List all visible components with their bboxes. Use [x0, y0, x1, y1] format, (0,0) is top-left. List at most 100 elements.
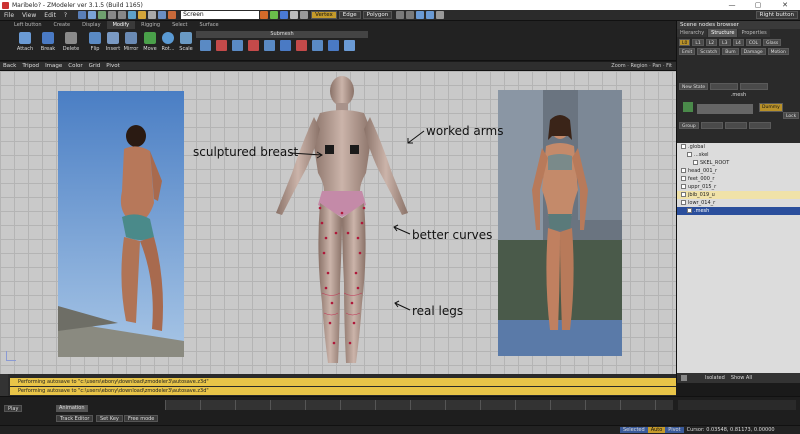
left-button-tab[interactable]: Left button — [8, 21, 48, 29]
new-state-button[interactable]: New State — [679, 83, 709, 90]
group-button[interactable]: Group — [679, 122, 699, 129]
show-all-toggle[interactable]: Show All — [731, 375, 752, 381]
lod-l3-button[interactable]: L3 — [719, 39, 731, 46]
selected-status[interactable]: Selected — [620, 427, 648, 433]
dummy-button[interactable]: Dummy — [759, 103, 783, 112]
tree-node[interactable]: head_001_r — [677, 167, 800, 175]
play-button[interactable]: Play — [4, 405, 23, 412]
tab-rigging[interactable]: Rigging — [135, 21, 166, 29]
select-mode-icon[interactable] — [300, 11, 309, 19]
isolated-toggle[interactable]: Isolated — [705, 375, 725, 381]
view-pivot[interactable]: Pivot — [103, 63, 123, 69]
grid-icon[interactable] — [158, 11, 167, 19]
timeline-controls[interactable] — [678, 400, 796, 410]
view-image[interactable]: Image — [42, 63, 65, 69]
group-slot-3[interactable] — [748, 122, 771, 129]
auto-status[interactable]: Auto — [647, 427, 666, 433]
submesh-tool-5-icon[interactable] — [264, 40, 275, 51]
group-slot-2[interactable] — [724, 122, 747, 129]
vertex-mode-button[interactable]: Vertex — [311, 11, 337, 19]
tab-select[interactable]: Select — [166, 21, 193, 29]
visibility-checkbox[interactable] — [687, 208, 692, 213]
glass-button[interactable]: Glass — [763, 39, 782, 46]
visibility-checkbox[interactable] — [681, 176, 686, 181]
3d-viewport[interactable]: sculptured breast worked arms better cur… — [0, 71, 676, 374]
submesh-tool-2-icon[interactable] — [216, 40, 227, 51]
screen-field[interactable]: Screen — [181, 11, 260, 19]
view-grid[interactable]: Grid — [86, 63, 104, 69]
state-slot-2[interactable] — [740, 83, 769, 90]
minimize-button[interactable]: — — [722, 0, 742, 10]
tree-node[interactable]: uppr_015_r — [677, 183, 800, 191]
lock-icon[interactable] — [290, 11, 299, 19]
pivot-status[interactable]: Pivot — [665, 427, 684, 433]
scratch-button[interactable]: Scratch — [697, 48, 721, 55]
tree-node[interactable]: lowr_014_r — [677, 199, 800, 207]
visibility-checkbox[interactable] — [681, 184, 686, 189]
break-tool[interactable]: Break — [37, 32, 59, 60]
tab-display[interactable]: Display — [76, 21, 106, 29]
tree-node[interactable]: .global — [677, 143, 800, 151]
view-navigation[interactable]: Zoom · Region · Pan · Fit — [611, 63, 672, 69]
lock-button[interactable]: Lock — [783, 112, 800, 119]
delete-tool[interactable]: Delete — [60, 32, 82, 60]
close-button[interactable]: ✕ — [775, 0, 795, 10]
tree-node-selected[interactable]: jbib_019_u — [677, 191, 800, 199]
y-axis-icon[interactable] — [270, 11, 279, 19]
snap-icon[interactable] — [168, 11, 177, 19]
cursor-icon[interactable] — [148, 11, 157, 19]
edge-mode-button[interactable]: Edge — [338, 11, 361, 19]
lod-l2-button[interactable]: L2 — [705, 39, 718, 46]
group-slot-1[interactable] — [700, 122, 723, 129]
lod-l1-button[interactable]: L1 — [692, 39, 704, 46]
redo-icon[interactable] — [118, 11, 127, 19]
filter-icon[interactable] — [681, 375, 687, 381]
bump-button[interactable]: Bum — [722, 48, 739, 55]
tab-properties[interactable]: Properties — [738, 29, 770, 37]
light-icon[interactable] — [138, 11, 147, 19]
render-icon[interactable] — [128, 11, 137, 19]
submesh-tool-6-icon[interactable] — [280, 40, 291, 51]
lod-l4-button[interactable]: L4 — [732, 39, 744, 46]
undo-icon[interactable] — [108, 11, 117, 19]
tree-node-active[interactable]: .mesh — [677, 207, 800, 215]
visibility-checkbox[interactable] — [681, 144, 686, 149]
tab-structure[interactable]: Structure — [708, 29, 738, 37]
maximize-button[interactable]: ▢ — [748, 0, 768, 10]
texture-icon[interactable] — [426, 11, 435, 19]
tree-node[interactable]: SKEL_ROOT — [677, 159, 800, 167]
visibility-checkbox[interactable] — [687, 152, 692, 157]
free-mode-button[interactable]: Free mode — [124, 415, 159, 422]
submesh-tool-10-icon[interactable] — [344, 40, 355, 51]
visibility-checkbox[interactable] — [681, 192, 686, 197]
material-icon[interactable] — [406, 11, 415, 19]
visibility-checkbox[interactable] — [681, 200, 686, 205]
object-mode-icon[interactable] — [396, 11, 405, 19]
visibility-checkbox[interactable] — [681, 168, 686, 173]
tab-surface[interactable]: Surface — [194, 21, 225, 29]
timeline-track[interactable] — [165, 400, 673, 410]
tab-create[interactable]: Create — [48, 21, 77, 29]
track-editor-button[interactable]: Track Editor — [56, 415, 94, 422]
menu-help[interactable]: ? — [60, 12, 71, 19]
lod-l0-button[interactable]: L0 — [679, 39, 691, 46]
visibility-checkbox[interactable] — [693, 160, 698, 165]
z-axis-icon[interactable] — [280, 11, 289, 19]
tree-node[interactable]: ...skel — [677, 151, 800, 159]
damage-button[interactable]: Damage — [740, 48, 766, 55]
state-slot-1[interactable] — [710, 83, 739, 90]
preview-field[interactable] — [697, 104, 753, 114]
set-key-button[interactable]: Set Key — [96, 415, 123, 422]
emit-button[interactable]: Emit — [679, 48, 696, 55]
scale-tool[interactable]: Scale — [175, 32, 197, 60]
uv-icon[interactable] — [416, 11, 425, 19]
submesh-tool-1-icon[interactable] — [200, 40, 211, 51]
menu-view[interactable]: View — [18, 12, 40, 19]
motion-button[interactable]: Motion — [767, 48, 789, 55]
submesh-tool-9-icon[interactable] — [328, 40, 339, 51]
open-icon[interactable] — [88, 11, 97, 19]
save-icon[interactable] — [98, 11, 107, 19]
menu-file[interactable]: File — [0, 12, 18, 19]
options-icon[interactable] — [436, 11, 445, 19]
view-color[interactable]: Color — [65, 63, 85, 69]
